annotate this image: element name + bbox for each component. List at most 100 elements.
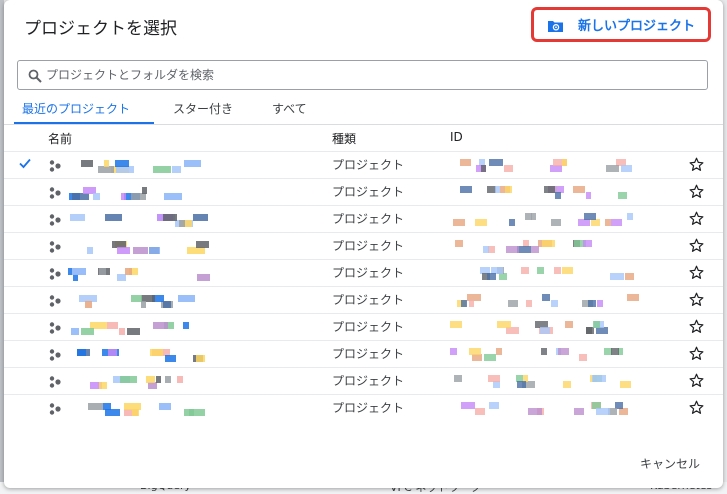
redaction-block <box>141 301 146 308</box>
project-name-redacted <box>68 211 218 227</box>
redaction-block <box>98 166 114 173</box>
table-row[interactable]: プロジェクト <box>4 205 723 232</box>
redaction-block <box>489 402 499 409</box>
redaction-block <box>499 273 507 280</box>
project-picker-dialog: プロジェクトを選択 新しいプロジェクト 最近のプロジェクト スター付き すべて … <box>4 0 723 488</box>
redaction-block <box>165 355 176 362</box>
table-row[interactable]: プロジェクト <box>4 151 723 178</box>
table-row[interactable]: プロジェクト <box>4 367 723 394</box>
redaction-block <box>574 408 584 415</box>
project-nodes-icon <box>48 158 62 172</box>
project-id-redacted <box>448 184 648 200</box>
redaction-block <box>193 214 208 221</box>
redaction-block <box>586 192 591 199</box>
project-name-redacted <box>68 373 218 389</box>
project-name-redacted <box>68 292 218 308</box>
project-type: プロジェクト <box>332 374 405 388</box>
star-outline-icon[interactable] <box>689 157 704 172</box>
star-outline-icon[interactable] <box>689 238 704 253</box>
redaction-block <box>107 322 118 329</box>
table-row[interactable]: プロジェクト <box>4 178 723 205</box>
redaction-block <box>116 166 134 173</box>
dialog-title: プロジェクトを選択 <box>24 19 177 39</box>
redaction-block <box>551 219 561 226</box>
redaction-block <box>450 321 462 328</box>
redaction-block <box>142 187 147 194</box>
star-outline-icon[interactable] <box>689 265 704 280</box>
redaction-block <box>496 348 502 355</box>
star-outline-icon[interactable] <box>689 292 704 307</box>
star-outline-icon[interactable] <box>689 400 704 415</box>
redaction-block <box>450 348 457 355</box>
column-header-name[interactable]: 名前 <box>48 130 72 147</box>
redaction-block <box>184 160 201 167</box>
star-outline-icon[interactable] <box>689 319 704 334</box>
redaction-block <box>484 354 496 361</box>
redaction-block <box>517 381 526 388</box>
redaction-block <box>163 214 177 221</box>
table-row[interactable]: プロジェクト <box>4 340 723 367</box>
tab-bar: 最近のプロジェクト スター付き すべて <box>4 96 723 125</box>
redaction-block <box>72 193 89 200</box>
table-row[interactable]: プロジェクト <box>4 313 723 340</box>
redaction-block <box>461 300 467 307</box>
search-icon <box>28 68 42 83</box>
tab-all[interactable]: すべて <box>272 100 307 117</box>
redaction-block <box>70 214 85 221</box>
redaction-block <box>597 300 603 307</box>
project-name-redacted <box>68 400 218 416</box>
project-id-redacted <box>448 238 648 254</box>
redaction-block <box>165 376 171 383</box>
redaction-block <box>611 219 622 226</box>
redaction-block <box>565 321 573 328</box>
redaction-block <box>179 220 185 227</box>
redaction-block <box>453 219 465 226</box>
redaction-block <box>105 409 120 416</box>
tab-starred[interactable]: スター付き <box>173 100 233 117</box>
redaction-block <box>610 273 624 280</box>
redaction-block <box>77 349 86 356</box>
redaction-block <box>153 322 168 329</box>
redaction-block <box>586 327 592 334</box>
redaction-block <box>148 382 157 389</box>
cancel-button[interactable]: キャンセル <box>640 455 700 472</box>
tab-recent[interactable]: 最近のプロジェクト <box>22 100 130 117</box>
redaction-block <box>119 328 125 335</box>
redaction-block <box>542 294 550 301</box>
project-name-redacted <box>68 184 218 200</box>
redaction-block <box>133 247 148 254</box>
redaction-block <box>461 402 475 409</box>
project-name-redacted <box>68 265 218 281</box>
search-input[interactable] <box>44 67 707 83</box>
column-header-id[interactable]: ID <box>450 130 463 144</box>
project-nodes-icon <box>48 293 62 307</box>
redaction-block <box>578 219 590 226</box>
star-outline-icon[interactable] <box>689 211 704 226</box>
redaction-block <box>125 268 132 275</box>
star-outline-icon[interactable] <box>689 184 704 199</box>
search-box[interactable] <box>17 60 708 90</box>
table-row[interactable]: プロジェクト <box>4 286 723 313</box>
table-row[interactable]: プロジェクト <box>4 394 723 421</box>
redaction-block <box>606 165 619 172</box>
active-tab-indicator <box>14 122 154 124</box>
table-row[interactable]: プロジェクト <box>4 259 723 286</box>
project-type: プロジェクト <box>332 266 405 280</box>
redaction-block <box>596 408 610 415</box>
redaction-block <box>117 247 130 254</box>
column-header-type[interactable]: 種類 <box>332 130 356 147</box>
project-name-redacted <box>68 157 218 173</box>
project-table: プロジェクト プロジェクト プロジェクト プロジェクト プロジェクト プロジェクト プロジェ… <box>4 151 723 421</box>
project-type: プロジェクト <box>332 212 405 226</box>
project-type: プロジェクト <box>332 320 405 334</box>
redaction-block <box>481 165 486 172</box>
star-outline-icon[interactable] <box>689 373 704 388</box>
redaction-block <box>153 166 171 173</box>
new-project-button[interactable]: 新しいプロジェクト <box>531 7 711 42</box>
project-id-redacted <box>448 157 648 173</box>
redaction-block <box>531 246 539 253</box>
star-outline-icon[interactable] <box>689 346 704 361</box>
table-row[interactable]: プロジェクト <box>4 232 723 259</box>
redaction-block <box>554 267 561 274</box>
redaction-block <box>460 159 471 166</box>
